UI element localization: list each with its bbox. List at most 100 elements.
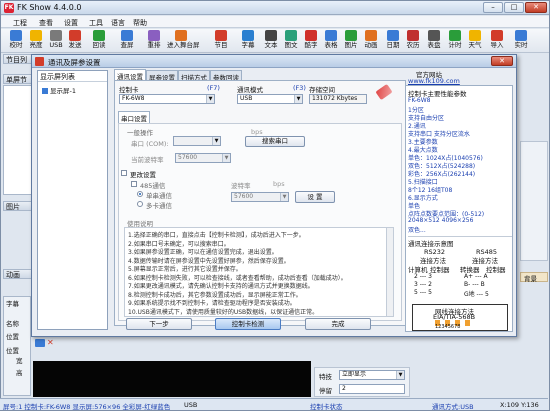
- control-card-label: 控制卡: [119, 86, 139, 94]
- change-settings-checkbox[interactable]: [121, 170, 127, 176]
- spec-line: 2048×512 4096×256: [408, 217, 474, 224]
- toolbar-label: 重排: [147, 41, 161, 49]
- toolbar-program-button[interactable]: 节目: [211, 30, 231, 52]
- chevron-down-icon: ▼: [294, 95, 302, 103]
- side-label-picture: 图片: [3, 201, 33, 211]
- toolbar-readback-button[interactable]: 回读: [89, 30, 109, 52]
- search-port-button[interactable]: 搜索串口: [245, 136, 305, 147]
- weather-icon: [469, 30, 481, 41]
- bps2-label: bps: [273, 180, 285, 188]
- screen-icon: [42, 88, 48, 94]
- animation-icon: [365, 30, 377, 41]
- baud-rate-select[interactable]: 57600 ▼: [231, 192, 289, 202]
- menu-project[interactable]: 工程: [13, 18, 27, 28]
- stay-label: 停留: [319, 387, 332, 395]
- screen-list-item[interactable]: 显示屏-1: [42, 85, 102, 95]
- clock-dial-icon: [428, 30, 440, 41]
- comm-settings-panel: 控制卡 (F7) FK-6W8 ▼ 通讯模式 (F3) USB ▼ 存储空间 131…: [114, 80, 406, 326]
- toolbar-stage-button[interactable]: 进入舞台屏: [167, 30, 200, 52]
- control-card-hint: (F7): [207, 84, 220, 92]
- picture-icon: [345, 30, 357, 41]
- chevron-down-icon: ▼: [206, 95, 214, 103]
- menu-view[interactable]: 查看: [39, 18, 53, 28]
- toolbar-import-button[interactable]: 导入: [487, 30, 507, 52]
- single-comm-radio[interactable]: [137, 191, 143, 197]
- stay-input[interactable]: 2: [339, 384, 405, 394]
- menu-help[interactable]: 帮助: [133, 18, 147, 28]
- toolbar-rearrange-button[interactable]: 重排: [144, 30, 164, 52]
- close-button[interactable]: ✕: [525, 2, 547, 13]
- spec-line: 双色...: [408, 227, 426, 234]
- program-tree[interactable]: [3, 85, 33, 195]
- change-settings-label: 更改设置: [130, 171, 156, 179]
- prop-pos1: 位置: [6, 333, 19, 341]
- rs232-wiring-line: 3 --- 2: [414, 281, 432, 288]
- serial-port-select[interactable]: ▼: [173, 136, 221, 146]
- multi-comm-radio[interactable]: [137, 201, 143, 207]
- status-screen: 屏号:1 控制卡:FK-6W8 显示屏:576×96 全彩屏-红绿蓝色: [3, 403, 171, 411]
- usage-scrollbar[interactable]: [386, 228, 393, 316]
- toolbar-animation-button[interactable]: 动画: [361, 30, 381, 52]
- dialog-close-button[interactable]: ✕: [491, 56, 513, 66]
- usage-textbox[interactable]: 1.选择正确的串口，直接点击【控制卡检测】，成功后进入下一步。 2.如果串口号未确…: [124, 227, 394, 317]
- bps-label: bps: [251, 128, 263, 136]
- dialog-title-bar[interactable]: 通讯及屏参设置 ✕: [32, 55, 516, 68]
- set-button[interactable]: 设 置: [295, 191, 335, 203]
- rs485-checkbox[interactable]: [131, 181, 137, 187]
- menu-language[interactable]: 语言: [111, 18, 125, 28]
- send-icon: [69, 30, 81, 41]
- timer-icon: [449, 30, 461, 41]
- next-step-button[interactable]: 下一步: [126, 318, 192, 330]
- effect-select[interactable]: 立即显示 ▼: [339, 370, 405, 380]
- lunar-icon: [407, 30, 419, 41]
- chevron-down-icon: ▼: [222, 154, 230, 162]
- dialog-logo-icon: [35, 57, 44, 66]
- rs232-wiring-line: 2 --- 3: [414, 273, 432, 280]
- date-icon: [387, 30, 399, 41]
- toolbar-send-button[interactable]: 发送: [65, 30, 85, 52]
- maximize-button[interactable]: □: [504, 2, 524, 13]
- toolbar-label: 查屏: [120, 41, 134, 49]
- menu-tools[interactable]: 工具: [89, 18, 103, 28]
- brightness-icon: [30, 30, 42, 41]
- rj45-pin-numbers: 12345678: [435, 324, 461, 330]
- toolbar: 校时 亮度 USB 发送 回读 查屏 重排 进入舞台屏 节目 字幕 文本 图文 酷字 表格 图片 动画 日期 农历…: [1, 29, 549, 53]
- comm-mode-select[interactable]: USB ▼: [237, 94, 303, 104]
- menu-settings[interactable]: 设置: [64, 18, 78, 28]
- comm-mode-hint: (F3): [293, 84, 306, 92]
- effect-panel: 特技 立即显示 ▼ 停留 2: [314, 367, 410, 397]
- grid-icon[interactable]: [35, 339, 45, 347]
- usage-line: 10.USB通讯模式下，请使用质量较好的USB数据线，以保证通信正常。: [128, 308, 319, 316]
- minimize-button[interactable]: –: [483, 2, 503, 13]
- delete-icon[interactable]: ✕: [47, 339, 55, 347]
- done-button[interactable]: 完成: [305, 318, 371, 330]
- multi-comm-label: 多卡通信: [146, 202, 172, 210]
- usb-icon: [50, 30, 62, 41]
- general-op-label: 一般操作: [127, 129, 153, 137]
- toolbar-find-screen-button[interactable]: 查屏: [117, 30, 137, 52]
- control-card-select[interactable]: FK-6W8 ▼: [119, 94, 215, 104]
- toolbar-weather-button[interactable]: 天气: [465, 30, 485, 52]
- screen-list-header: 显示屏列表: [38, 71, 107, 82]
- cool-text-icon: [305, 30, 317, 41]
- clock-icon: [10, 30, 22, 41]
- rs485-wiring-line: G地 --- 5: [464, 291, 489, 298]
- current-baud-select[interactable]: 57600 ▼: [175, 153, 231, 163]
- right-side-panel: [520, 141, 548, 261]
- serial-port-label: 串口 (COM):: [131, 140, 169, 148]
- side-label-animation: 动画: [3, 269, 33, 279]
- rearrange-icon: [148, 30, 160, 41]
- subtitle-icon: [242, 30, 254, 41]
- storage-label: 存储空间: [309, 86, 335, 94]
- tab-serial-settings[interactable]: 串口设置: [118, 111, 150, 123]
- detect-card-button[interactable]: 控制卡检测: [215, 318, 281, 330]
- status-usb: USB: [184, 401, 198, 409]
- usb-stick-icon: [375, 83, 393, 101]
- website-link[interactable]: www.fk109.com: [408, 77, 460, 85]
- toolbar-subtitle-button[interactable]: 字幕: [238, 30, 258, 52]
- property-panel: 字幕 名称 位置 位置 宽 高: [3, 296, 31, 396]
- main-title-bar[interactable]: FK FK Show 4.4.0.0 – □ ✕: [1, 1, 549, 15]
- prop-subtitle: 字幕: [6, 300, 19, 308]
- toolbar-realtime-button[interactable]: 实时: [511, 30, 531, 52]
- menu-bar: 工程 查看 设置 工具 语言 帮助: [1, 16, 549, 28]
